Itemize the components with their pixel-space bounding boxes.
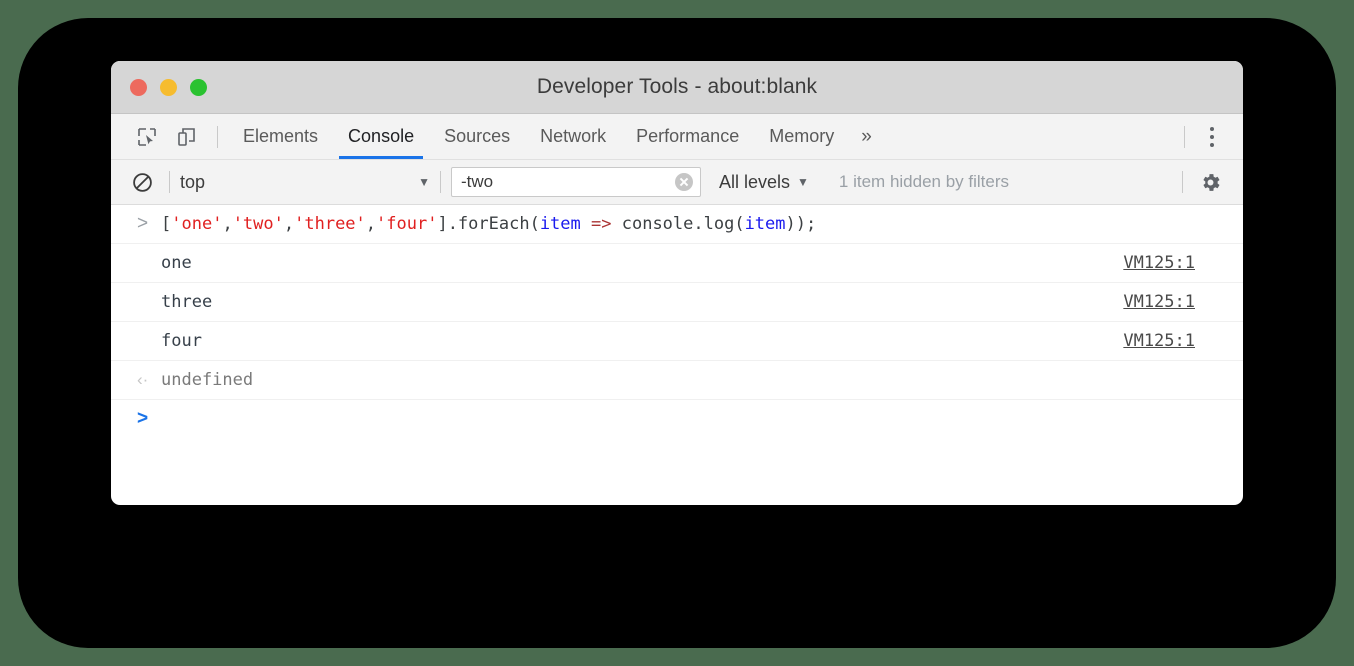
code-part: )); (786, 214, 817, 234)
source-link[interactable]: VM125:1 (1123, 253, 1195, 273)
tab-performance[interactable]: Performance (621, 114, 754, 159)
console-message-text: four (161, 331, 202, 351)
console-message-row: one VM125:1 (111, 244, 1243, 283)
code-part: item (745, 214, 786, 234)
tab-separator (217, 126, 218, 148)
execution-context-label: top (180, 172, 418, 193)
code-part: ].forEach( (437, 214, 539, 234)
console-result-value: undefined (161, 370, 253, 390)
console-message-row: three VM125:1 (111, 283, 1243, 322)
code-part (581, 214, 591, 234)
tab-network[interactable]: Network (525, 114, 621, 159)
toolbar-separator-1 (169, 171, 170, 193)
more-options-icon[interactable] (1195, 114, 1229, 159)
hidden-items-message: 1 item hidden by filters (839, 172, 1009, 192)
filter-input-value: -two (461, 172, 675, 192)
clear-console-icon[interactable] (125, 160, 159, 204)
console-command: ['one','two','three','four'].forEach(ite… (161, 214, 816, 234)
console-message-row: four VM125:1 (111, 322, 1243, 361)
tab-bar: Elements Console Sources Network Perform… (111, 114, 1243, 160)
clear-filter-icon[interactable] (675, 173, 693, 191)
tab-memory[interactable]: Memory (754, 114, 849, 159)
execution-context-dropdown[interactable]: top ▼ (180, 160, 430, 204)
console-prompt-icon: > (137, 408, 159, 430)
code-part: , (366, 214, 376, 234)
source-link[interactable]: VM125:1 (1123, 331, 1195, 351)
devtools-window: Developer Tools - about:blank Elements C… (111, 61, 1243, 505)
filter-input[interactable]: -two (451, 167, 701, 197)
tab-console[interactable]: Console (333, 114, 429, 159)
chevron-down-icon: ▼ (797, 175, 809, 189)
code-part: [ (161, 214, 171, 234)
source-link[interactable]: VM125:1 (1123, 292, 1195, 312)
device-toolbar-icon[interactable] (167, 114, 207, 159)
console-result-row: ‹· undefined (111, 361, 1243, 400)
input-prompt-icon: > (137, 213, 159, 235)
gear-icon[interactable] (1193, 160, 1227, 204)
more-tabs-icon[interactable]: » (849, 114, 884, 159)
code-part: 'one' (171, 214, 222, 234)
code-part: => (591, 214, 611, 234)
code-part: item (540, 214, 581, 234)
log-levels-dropdown[interactable]: All levels ▼ (719, 172, 809, 193)
window-title: Developer Tools - about:blank (111, 75, 1243, 99)
console-command-row: > ['one','two','three','four'].forEach(i… (111, 205, 1243, 244)
console-message-text: one (161, 253, 192, 273)
console-output: > ['one','two','three','four'].forEach(i… (111, 205, 1243, 470)
chevron-down-icon: ▼ (418, 175, 430, 189)
kebab-separator (1184, 126, 1185, 148)
code-part: , (222, 214, 232, 234)
console-message-text: three (161, 292, 212, 312)
code-part: 'four' (376, 214, 437, 234)
toolbar-separator-2 (440, 171, 441, 193)
code-part: , (284, 214, 294, 234)
console-toolbar: top ▼ -two All levels ▼ 1 item hidden by… (111, 160, 1243, 205)
toolbar-separator-3 (1182, 171, 1183, 193)
console-input-row[interactable]: > (111, 400, 1243, 470)
tab-elements[interactable]: Elements (228, 114, 333, 159)
code-part: 'two' (233, 214, 284, 234)
tab-sources[interactable]: Sources (429, 114, 525, 159)
log-levels-label: All levels (719, 172, 790, 193)
output-prompt-icon: ‹· (137, 370, 159, 390)
inspect-element-icon[interactable] (127, 114, 167, 159)
title-bar: Developer Tools - about:blank (111, 61, 1243, 114)
code-part: 'three' (294, 214, 366, 234)
code-part: console.log( (612, 214, 745, 234)
